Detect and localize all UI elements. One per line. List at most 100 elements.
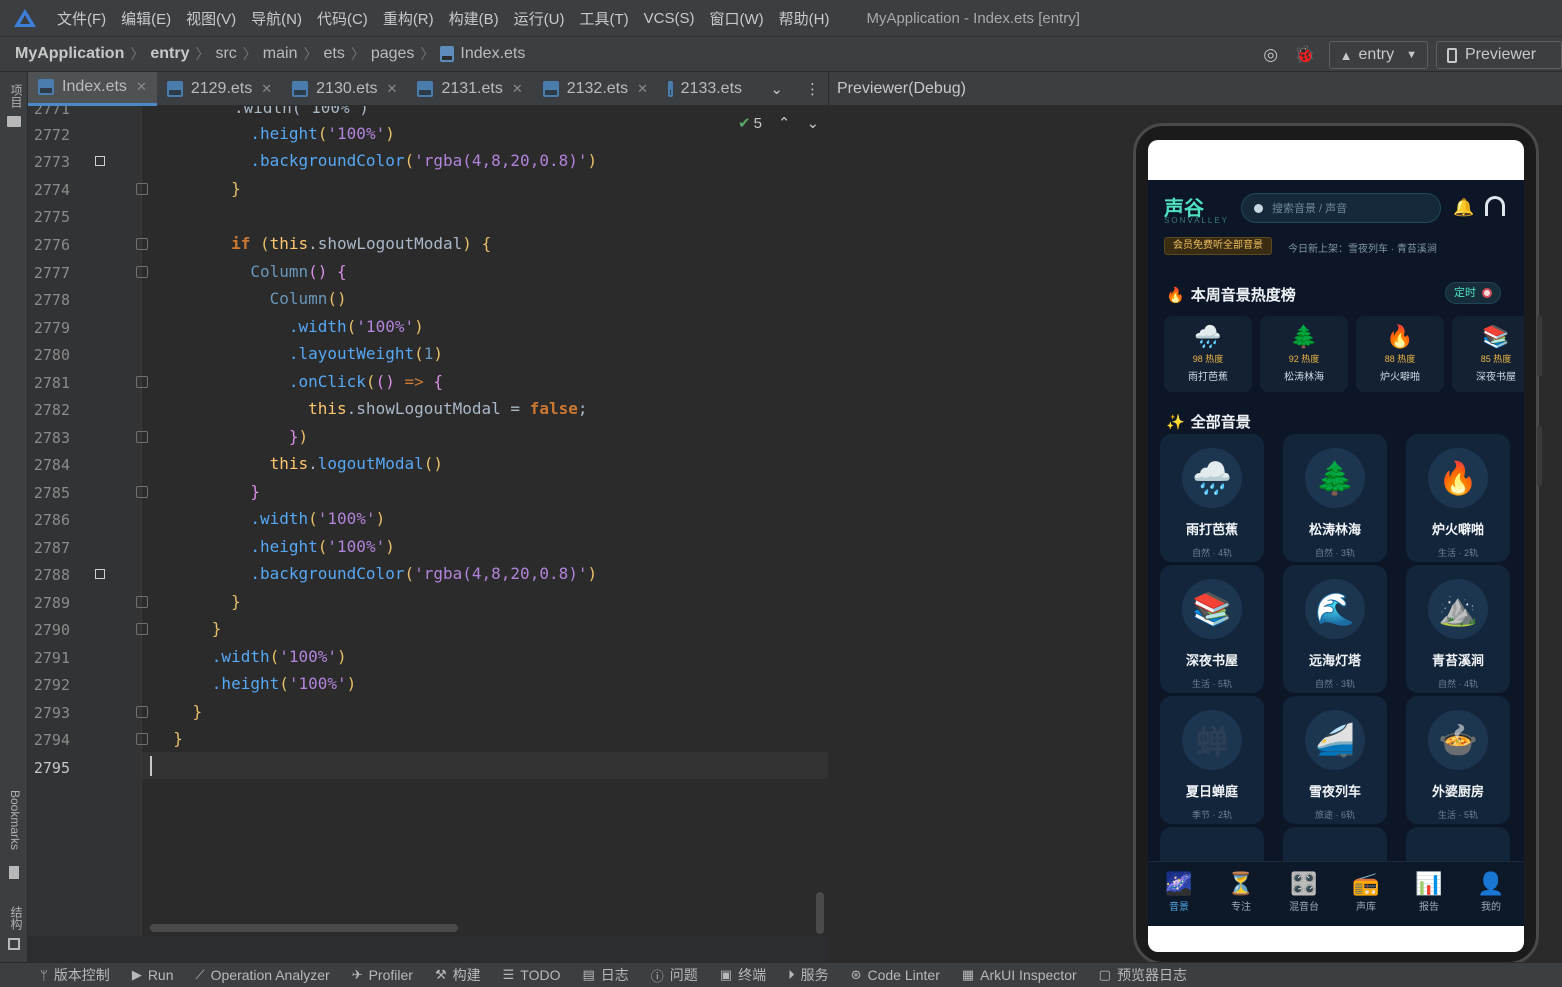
vip-badge[interactable]: 会员免费听全部音景 — [1164, 237, 1272, 255]
app-tab-soundscape[interactable]: 🌌 音景 — [1154, 870, 1204, 913]
horizontal-scrollbar[interactable] — [150, 924, 458, 932]
tool-run[interactable]: ▶ Run — [132, 967, 174, 983]
code-editor[interactable]: 2771 2772 2773 2774 2775 2776 2777 2778 2779 2780… — [28, 106, 828, 936]
fold-icon[interactable] — [136, 376, 148, 388]
tool-todo[interactable]: ☰ TODO — [503, 967, 561, 983]
tool-previewer-log[interactable]: ▢ 预览器日志 — [1099, 965, 1187, 985]
menu-navigate[interactable]: 导航(N) — [251, 8, 302, 29]
bug-icon[interactable]: 🐞 — [1294, 45, 1315, 65]
scene-card[interactable]: 🌧️ 雨打芭蕉 自然 · 4轨 — [1160, 434, 1264, 562]
fold-icon[interactable] — [136, 706, 148, 718]
breadcrumb-main[interactable]: main — [263, 45, 298, 63]
hot-card[interactable]: 🔥 88 热度 炉火噼啪 — [1356, 316, 1444, 392]
app-tab-report[interactable]: 📊 报告 — [1404, 870, 1454, 913]
bookmarks-tool-label[interactable]: Bookmarks — [8, 790, 22, 850]
menu-vcs[interactable]: VCS(S) — [644, 10, 695, 27]
project-tool-label[interactable]: 项目 — [8, 84, 25, 108]
menu-code[interactable]: 代码(C) — [317, 8, 368, 29]
device-screen[interactable]: 声谷 SONVALLEY 搜索音景 / 声音 🔔 会员免费听全部音景 今日新上架… — [1148, 140, 1524, 952]
menu-refactor[interactable]: 重构(R) — [383, 8, 434, 29]
chevron-up-icon[interactable]: ⌃ — [778, 114, 791, 132]
menu-tools[interactable]: 工具(T) — [579, 8, 628, 29]
tab-2131-ets[interactable]: 2131.ets ✕ — [407, 72, 532, 106]
close-icon[interactable]: ✕ — [136, 79, 147, 95]
tool-code-linter[interactable]: ⊛ Code Linter — [851, 967, 940, 983]
hot-card[interactable]: 📚 85 热度 深夜书屋 — [1452, 316, 1524, 392]
menu-file[interactable]: 文件(F) — [57, 8, 106, 29]
bookmark-icon[interactable] — [9, 866, 19, 879]
tool-operation-analyzer[interactable]: ⟋ Operation Analyzer — [196, 967, 330, 983]
menu-view[interactable]: 视图(V) — [186, 8, 236, 29]
breadcrumb-pages[interactable]: pages — [371, 45, 415, 63]
fold-icon[interactable] — [136, 623, 148, 635]
chevron-down-icon[interactable]: ⌄ — [807, 114, 820, 132]
timer-button[interactable]: 定时 — [1445, 282, 1501, 304]
line-number: 2780 — [33, 346, 70, 364]
tab-2130-ets[interactable]: 2130.ets ✕ — [282, 72, 407, 106]
structure-tool-label[interactable]: 结构 — [8, 906, 25, 930]
fold-icon[interactable] — [136, 238, 148, 250]
tool-profiler[interactable]: ✈ Profiler — [352, 967, 413, 983]
tab-2132-ets[interactable]: 2132.ets ✕ — [533, 72, 658, 106]
more-vertical-icon[interactable]: ⋮ — [805, 80, 820, 98]
chevron-down-icon[interactable]: ⌄ — [770, 80, 783, 98]
breadcrumb-ets[interactable]: ets — [323, 45, 344, 63]
breadcrumb-src[interactable]: src — [215, 45, 236, 63]
vertical-scrollbar[interactable] — [816, 892, 824, 934]
fold-icon[interactable] — [136, 596, 148, 608]
app-tab-focus[interactable]: ⏳ 专注 — [1216, 870, 1266, 913]
fold-icon[interactable] — [136, 431, 148, 443]
scene-card[interactable]: 📚 深夜书屋 生活 · 5轨 — [1160, 565, 1264, 693]
tab-index-ets[interactable]: Index.ets ✕ — [28, 71, 157, 106]
hot-card[interactable]: 🌧️ 98 热度 雨打芭蕉 — [1164, 316, 1252, 392]
module-selector[interactable]: ▲ entry ▼ — [1328, 41, 1428, 69]
tool-problems[interactable]: ⓘ 问题 — [651, 965, 698, 985]
fold-icon[interactable] — [136, 183, 148, 195]
structure-icon[interactable] — [8, 938, 20, 950]
breadcrumb-file[interactable]: Index.ets — [460, 45, 525, 63]
scene-card[interactable]: ⛰️ 青苔溪涧 自然 · 4轨 — [1406, 565, 1510, 693]
target-icon[interactable]: ◎ — [1261, 45, 1281, 65]
breakpoint-marker[interactable] — [95, 156, 105, 166]
tool-vcs[interactable]: ᛘ 版本控制 — [40, 965, 110, 985]
menu-edit[interactable]: 编辑(E) — [121, 8, 171, 29]
tool-log[interactable]: ▤ 日志 — [582, 965, 628, 985]
app-tab-mixer[interactable]: 🎛️ 混音台 — [1279, 870, 1329, 913]
scene-card[interactable]: 🍲 外婆厨房 生活 · 5轨 — [1406, 696, 1510, 824]
breadcrumb-project[interactable]: MyApplication — [15, 45, 124, 63]
tab-2129-ets[interactable]: 2129.ets ✕ — [157, 72, 282, 106]
tab-2133-ets[interactable]: 2133.ets — [658, 72, 752, 106]
breadcrumb-module[interactable]: entry — [150, 45, 189, 63]
bell-icon[interactable]: 🔔 — [1453, 198, 1474, 218]
previewer-selector[interactable]: Previewer — [1436, 41, 1562, 69]
scene-card[interactable]: 🌲 松涛林海 自然 · 3轨 — [1283, 434, 1387, 562]
fold-icon[interactable] — [136, 486, 148, 498]
scene-card[interactable]: 蝉夏日蝉庭 季节 · 2轨 — [1160, 696, 1264, 824]
fold-icon[interactable] — [136, 733, 148, 745]
inspection-widget[interactable]: ✔ 5 ⌃ ⌄ — [738, 114, 820, 133]
app-tab-profile[interactable]: 👤 我的 — [1466, 870, 1516, 913]
tool-arkui-inspector[interactable]: ▦ ArkUI Inspector — [962, 967, 1077, 983]
tab-label: 2133.ets — [680, 79, 743, 97]
hot-card[interactable]: 🌲 92 热度 松涛林海 — [1260, 316, 1348, 392]
close-icon[interactable]: ✕ — [387, 81, 398, 97]
headphones-icon[interactable] — [1485, 196, 1505, 216]
tool-build[interactable]: ⚒ 构建 — [435, 965, 481, 985]
tool-terminal[interactable]: ▣ 终端 — [720, 965, 766, 985]
scene-card[interactable]: 🚄 雪夜列车 旅途 · 6轨 — [1283, 696, 1387, 824]
tool-services[interactable]: ⏵ 服务 — [788, 965, 829, 985]
folder-icon[interactable] — [7, 116, 21, 127]
app-tab-library[interactable]: 📻 声库 — [1341, 870, 1391, 913]
close-icon[interactable]: ✕ — [512, 81, 523, 97]
scene-card[interactable]: 🔥 炉火噼啪 生活 · 2轨 — [1406, 434, 1510, 562]
breakpoint-marker[interactable] — [95, 569, 105, 579]
menu-window[interactable]: 窗口(W) — [709, 8, 763, 29]
menu-run[interactable]: 运行(U) — [514, 8, 565, 29]
scene-card[interactable]: 🌊 远海灯塔 自然 · 3轨 — [1283, 565, 1387, 693]
fold-icon[interactable] — [136, 266, 148, 278]
menu-build[interactable]: 构建(B) — [449, 8, 499, 29]
menu-help[interactable]: 帮助(H) — [779, 8, 830, 29]
close-icon[interactable]: ✕ — [637, 81, 648, 97]
search-input[interactable]: 搜索音景 / 声音 — [1241, 193, 1441, 223]
close-icon[interactable]: ✕ — [261, 81, 272, 97]
